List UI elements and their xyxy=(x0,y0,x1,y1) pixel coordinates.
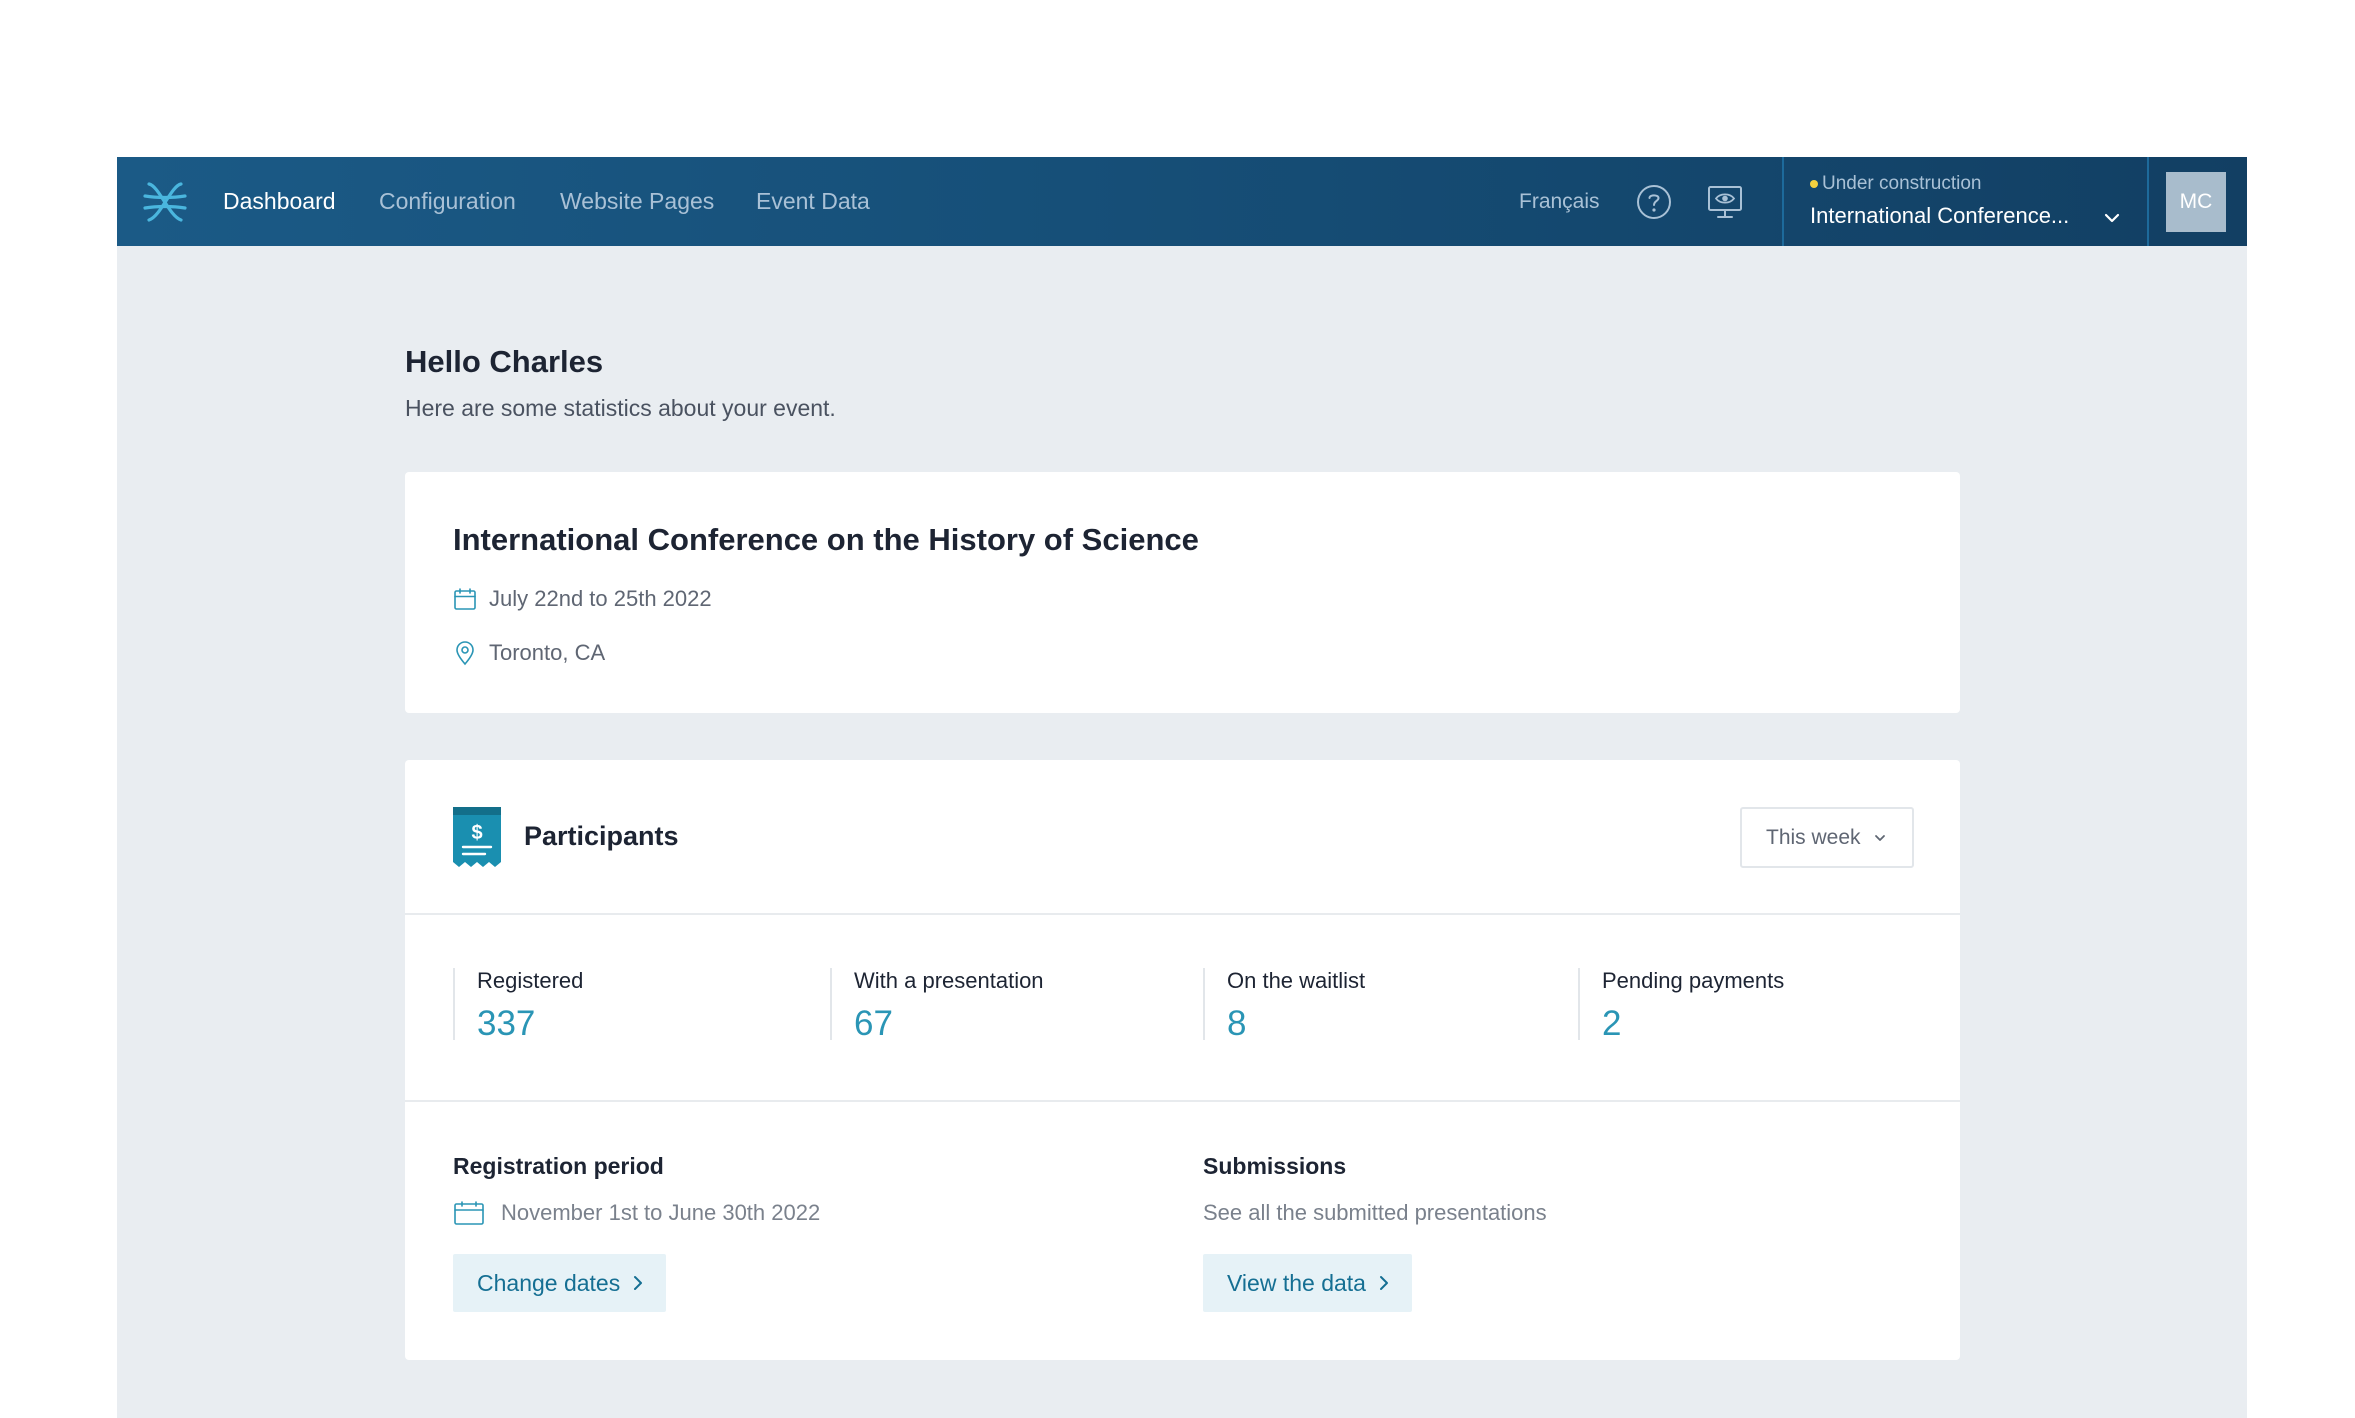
event-location: Toronto, CA xyxy=(489,640,606,665)
registration-period-title: Registration period xyxy=(453,1153,664,1179)
user-avatar[interactable]: MC xyxy=(2166,172,2226,232)
registration-dates: November 1st to June 30th 2022 xyxy=(501,1200,821,1225)
card-divider xyxy=(405,913,1960,915)
status-dot xyxy=(1810,180,1818,188)
chevron-right-icon xyxy=(1379,1276,1388,1290)
greeting-subtitle: Here are some statistics about your even… xyxy=(405,395,836,421)
event-title: International Conference on the History … xyxy=(453,522,1199,557)
nav-website-pages[interactable]: Website Pages xyxy=(560,157,714,246)
chevron-down-icon xyxy=(1874,834,1885,841)
stat-waitlist: On the waitlist 8 xyxy=(1203,968,1366,1043)
nav-dashboard[interactable]: Dashboard xyxy=(223,157,336,246)
calendar-icon xyxy=(454,588,476,610)
stat-value: 2 xyxy=(1602,1004,1622,1043)
chevron-down-icon xyxy=(2101,207,2123,229)
language-toggle[interactable]: Français xyxy=(1519,157,1600,246)
monitor-eye-icon[interactable] xyxy=(1705,182,1745,222)
view-data-button[interactable]: View the data xyxy=(1203,1254,1412,1312)
stat-registered: Registered 337 xyxy=(453,968,584,1043)
participants-title: Participants xyxy=(524,821,679,851)
nav-configuration[interactable]: Configuration xyxy=(379,157,516,246)
stat-label: With a presentation xyxy=(854,968,1044,993)
change-dates-button[interactable]: Change dates xyxy=(453,1254,667,1312)
stat-pending-payments: Pending payments 2 xyxy=(1578,968,1785,1043)
stat-value: 8 xyxy=(1227,1004,1247,1043)
event-status-label: Under construction xyxy=(1822,173,1982,194)
card-divider xyxy=(405,1100,1960,1102)
event-switcher-name: International Conference... xyxy=(1810,203,2070,228)
event-dates: July 22nd to 25th 2022 xyxy=(489,586,712,611)
stat-label: Pending payments xyxy=(1602,968,1785,993)
calendar-icon xyxy=(454,1201,484,1225)
period-select-value: This week xyxy=(1766,825,1861,849)
stat-value: 337 xyxy=(477,1004,536,1043)
submissions-title: Submissions xyxy=(1203,1153,1347,1179)
stat-value: 67 xyxy=(854,1004,893,1043)
period-select[interactable]: This week xyxy=(1740,807,1914,868)
event-location-row: Toronto, CA xyxy=(453,638,605,668)
chevron-right-icon xyxy=(634,1276,643,1290)
question-circle-icon[interactable] xyxy=(1634,182,1674,222)
greeting-title: Hello Charles xyxy=(405,344,604,379)
nav-event-data[interactable]: Event Data xyxy=(756,157,870,246)
view-data-label: View the data xyxy=(1227,1269,1366,1296)
top-nav-bar: Dashboard Configuration Website Pages Ev… xyxy=(117,157,2247,246)
event-dates-row: July 22nd to 25th 2022 xyxy=(453,584,712,614)
event-summary-card: International Conference on the History … xyxy=(405,472,1960,713)
participants-card: $ Participants This week Registered 337 … xyxy=(405,760,1960,1360)
stat-with-presentation: With a presentation 67 xyxy=(830,968,1044,1043)
event-switcher[interactable]: Under construction International Confere… xyxy=(1784,157,2147,246)
stat-label: Registered xyxy=(477,968,584,993)
receipt-dollar-icon: $ xyxy=(453,807,501,867)
location-pin-icon xyxy=(456,641,474,666)
stat-label: On the waitlist xyxy=(1227,968,1366,993)
svg-text:$: $ xyxy=(471,822,482,844)
app-logo-icon[interactable] xyxy=(139,176,191,228)
registration-dates-row: November 1st to June 30th 2022 xyxy=(453,1200,820,1226)
topbar-divider xyxy=(2147,157,2149,246)
change-dates-label: Change dates xyxy=(477,1269,621,1296)
submissions-text: See all the submitted presentations xyxy=(1203,1200,1547,1225)
